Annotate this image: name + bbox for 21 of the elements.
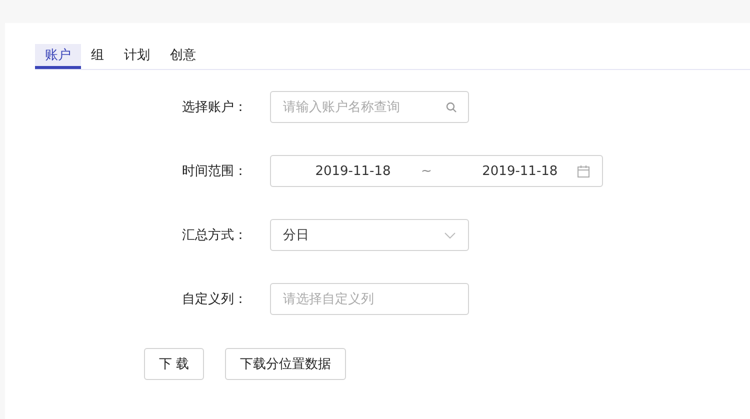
start-date: 2019-11-18 — [314, 164, 392, 178]
field-label: 时间范围： — [181, 163, 248, 180]
search-field[interactable]: 请输入账户名称查询 — [270, 91, 469, 123]
date-range-field[interactable]: 2019-11-18 ~ 2019-11-18 — [270, 155, 603, 187]
calendar-icon — [577, 164, 590, 178]
tab[interactable]: 账户 — [35, 44, 81, 69]
field-label: 选择账户： — [181, 99, 248, 116]
tab[interactable]: 计划 — [114, 44, 160, 69]
chevron-down-icon — [444, 232, 456, 238]
download-button[interactable]: 下载分位置数据 — [225, 348, 346, 380]
tab[interactable]: 组 — [81, 44, 114, 69]
field-label: 汇总方式： — [181, 227, 248, 244]
tab[interactable]: 创意 — [160, 44, 206, 69]
field-label: 自定义列： — [181, 291, 248, 308]
search-icon — [446, 102, 457, 112]
select-field[interactable]: 分日 — [270, 219, 469, 251]
range-separator: ~ — [421, 164, 432, 178]
select-value: 分日 — [283, 227, 310, 244]
text-field[interactable]: 请选择自定义列 — [270, 283, 469, 315]
download-button[interactable]: 下 载 — [144, 348, 204, 380]
end-date: 2019-11-18 — [481, 164, 559, 178]
